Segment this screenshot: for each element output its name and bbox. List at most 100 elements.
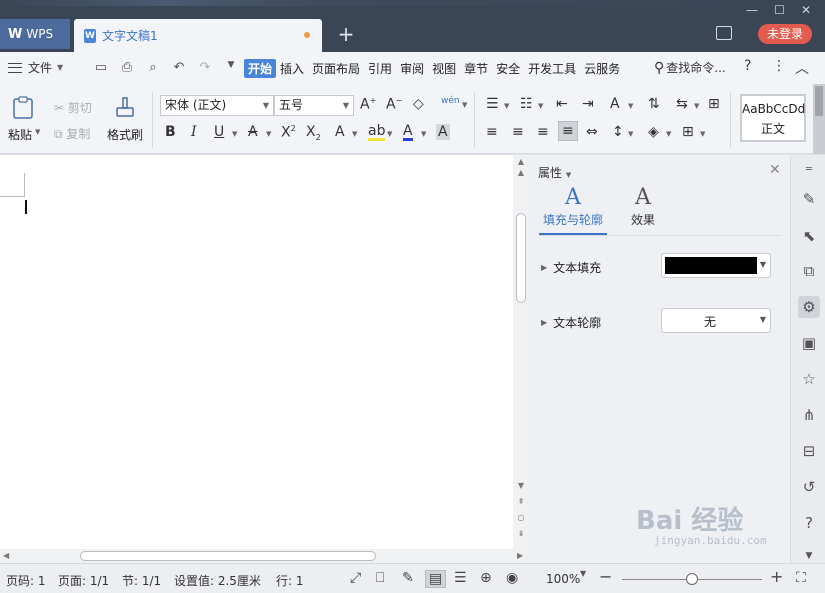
- tab-insert[interactable]: 插入: [276, 59, 308, 78]
- tab-fill-outline[interactable]: A 填充与轮廓: [539, 185, 607, 228]
- eye-protection-icon[interactable]: ◉: [506, 570, 518, 586]
- shrink-font-icon[interactable]: A−: [386, 96, 402, 113]
- bullet-list-dropdown-icon[interactable]: ▼: [504, 102, 509, 110]
- pen-icon[interactable]: ✎: [798, 188, 820, 210]
- document-canvas[interactable]: [0, 155, 513, 549]
- borders-dropdown-icon[interactable]: ▼: [700, 130, 705, 138]
- paste-dropdown-icon[interactable]: ▼: [35, 128, 40, 136]
- underline-icon[interactable]: U: [214, 124, 224, 140]
- more-options-icon[interactable]: ⋮: [772, 58, 786, 74]
- tab-security[interactable]: 安全: [492, 59, 524, 78]
- sort-icon[interactable]: ⇅: [648, 96, 660, 112]
- char-shading-icon[interactable]: A: [436, 124, 450, 140]
- paste-button[interactable]: [10, 96, 38, 120]
- status-row[interactable]: 行: 1: [276, 572, 304, 589]
- font-size-select[interactable]: 五号 ▼: [274, 95, 354, 116]
- line-spacing-icon[interactable]: ↕: [612, 124, 624, 140]
- print-preview-icon[interactable]: ⌕: [144, 60, 162, 75]
- next-page-icon[interactable]: ⇟: [513, 529, 529, 538]
- maximize-icon[interactable]: ☐: [774, 3, 785, 17]
- cut-button[interactable]: ✂ 剪切: [54, 99, 92, 116]
- vertical-scrollbar[interactable]: ▲ ▲ ▼ ⇞ ○ ⇟: [513, 155, 529, 549]
- login-button[interactable]: 未登录: [758, 24, 812, 44]
- pointer-icon[interactable]: ⬉: [798, 225, 820, 247]
- distributed-align-icon[interactable]: ⇔: [586, 124, 598, 140]
- tab-document[interactable]: W 文字文稿1: [74, 19, 322, 52]
- tab-view[interactable]: 视图: [428, 59, 460, 78]
- borders-icon[interactable]: ⊞: [682, 124, 694, 140]
- clear-format-icon[interactable]: ◇: [413, 96, 424, 112]
- decrease-indent-icon[interactable]: ⇤: [556, 96, 568, 112]
- previous-page-icon[interactable]: ⇞: [513, 497, 529, 506]
- tab-home[interactable]: 开始: [244, 59, 277, 78]
- subscript-icon[interactable]: X2: [306, 124, 321, 142]
- edit-mode-icon[interactable]: ✎: [402, 570, 414, 586]
- star-icon[interactable]: ☆: [798, 368, 820, 390]
- sidebar-collapse-icon[interactable]: ═: [798, 159, 820, 181]
- increase-indent-icon[interactable]: ⇥: [582, 96, 594, 112]
- fullscreen-icon[interactable]: ⤢: [350, 570, 361, 586]
- text-effect-dropdown-icon[interactable]: ▼: [352, 130, 357, 138]
- strikethrough-dropdown-icon[interactable]: ▼: [266, 130, 271, 138]
- zoom-slider-knob[interactable]: [686, 573, 698, 585]
- scroll-right-icon[interactable]: ▶: [517, 551, 523, 560]
- share-icon[interactable]: ⋔: [798, 404, 820, 426]
- highlight-dropdown-icon[interactable]: ▼: [387, 130, 392, 138]
- status-setting[interactable]: 设置值: 2.5厘米: [174, 572, 261, 589]
- close-window-icon[interactable]: ✕: [801, 3, 811, 17]
- tab-developer[interactable]: 开发工具: [524, 59, 580, 78]
- style-normal-button[interactable]: AaBbCcDd 正文: [740, 94, 806, 142]
- new-tab-button[interactable]: +: [336, 22, 356, 46]
- status-pages[interactable]: 页面: 1/1: [58, 572, 109, 589]
- highlight-icon[interactable]: ab: [368, 124, 386, 141]
- underline-dropdown-icon[interactable]: ▼: [232, 130, 237, 138]
- properties-icon[interactable]: ⚙: [798, 296, 820, 318]
- read-mode-icon[interactable]: ⎕: [376, 570, 384, 586]
- save-icon[interactable]: ▭: [92, 60, 110, 75]
- help-circle-icon[interactable]: ?: [798, 512, 820, 534]
- pinyin-guide-icon[interactable]: wén: [441, 96, 460, 106]
- tab-cloud[interactable]: 云服务: [580, 59, 624, 78]
- superscript-icon[interactable]: X2: [281, 124, 296, 141]
- redo-icon[interactable]: ↷: [196, 60, 214, 75]
- help-icon[interactable]: ?: [744, 58, 751, 74]
- show-marks-dropdown-icon[interactable]: ▼: [694, 102, 699, 110]
- file-menu-button[interactable]: 文件 ▼: [8, 59, 63, 76]
- italic-icon[interactable]: I: [191, 124, 197, 140]
- text-direction-dropdown-icon[interactable]: ▼: [628, 102, 633, 110]
- archive-icon[interactable]: ⊟: [798, 440, 820, 462]
- outline-view-icon[interactable]: ☰: [454, 570, 467, 586]
- text-outline-row[interactable]: ▶ 文本轮廓: [541, 314, 601, 331]
- tab-review[interactable]: 审阅: [396, 59, 428, 78]
- font-name-select[interactable]: 宋体 (正文) ▼: [160, 95, 274, 116]
- scroll-left-icon[interactable]: ◀: [3, 551, 9, 560]
- text-fill-color-picker[interactable]: ▼: [661, 253, 771, 278]
- tab-wps-home[interactable]: W WPS: [0, 19, 70, 49]
- scroll-up-icon[interactable]: ▲: [513, 157, 529, 166]
- show-marks-icon[interactable]: ⇆: [676, 96, 688, 112]
- web-view-icon[interactable]: ⊕: [480, 570, 492, 586]
- fit-window-icon[interactable]: ⛶: [796, 570, 806, 586]
- scroll-down-icon[interactable]: ▼: [513, 481, 529, 490]
- grow-font-icon[interactable]: A+: [360, 96, 376, 113]
- font-color-dropdown-icon[interactable]: ▼: [421, 130, 426, 138]
- status-page-number[interactable]: 页码: 1: [6, 572, 46, 589]
- print-icon[interactable]: ⎙: [118, 60, 136, 75]
- zoom-out-icon[interactable]: −: [599, 567, 612, 586]
- paragraph-shading-icon[interactable]: ◈: [648, 124, 659, 140]
- select-browse-object-icon[interactable]: ○: [513, 513, 529, 522]
- zoom-dropdown-icon[interactable]: ▼: [580, 569, 586, 578]
- zoom-in-icon[interactable]: +: [770, 567, 783, 586]
- minimize-icon[interactable]: —: [746, 3, 758, 17]
- format-painter-button[interactable]: [112, 96, 138, 120]
- tab-chapter[interactable]: 章节: [460, 59, 492, 78]
- close-panel-icon[interactable]: ✕: [769, 162, 781, 178]
- pinyin-dropdown-icon[interactable]: ▼: [462, 101, 467, 109]
- text-direction-icon[interactable]: A: [610, 96, 620, 112]
- tab-page-layout[interactable]: 页面布局: [308, 59, 364, 78]
- window-mode-icon[interactable]: [716, 26, 732, 40]
- numbered-list-dropdown-icon[interactable]: ▼: [538, 102, 543, 110]
- status-section[interactable]: 节: 1/1: [122, 572, 161, 589]
- align-center-icon[interactable]: ≡: [512, 124, 524, 140]
- zoom-level[interactable]: 100%: [546, 572, 580, 586]
